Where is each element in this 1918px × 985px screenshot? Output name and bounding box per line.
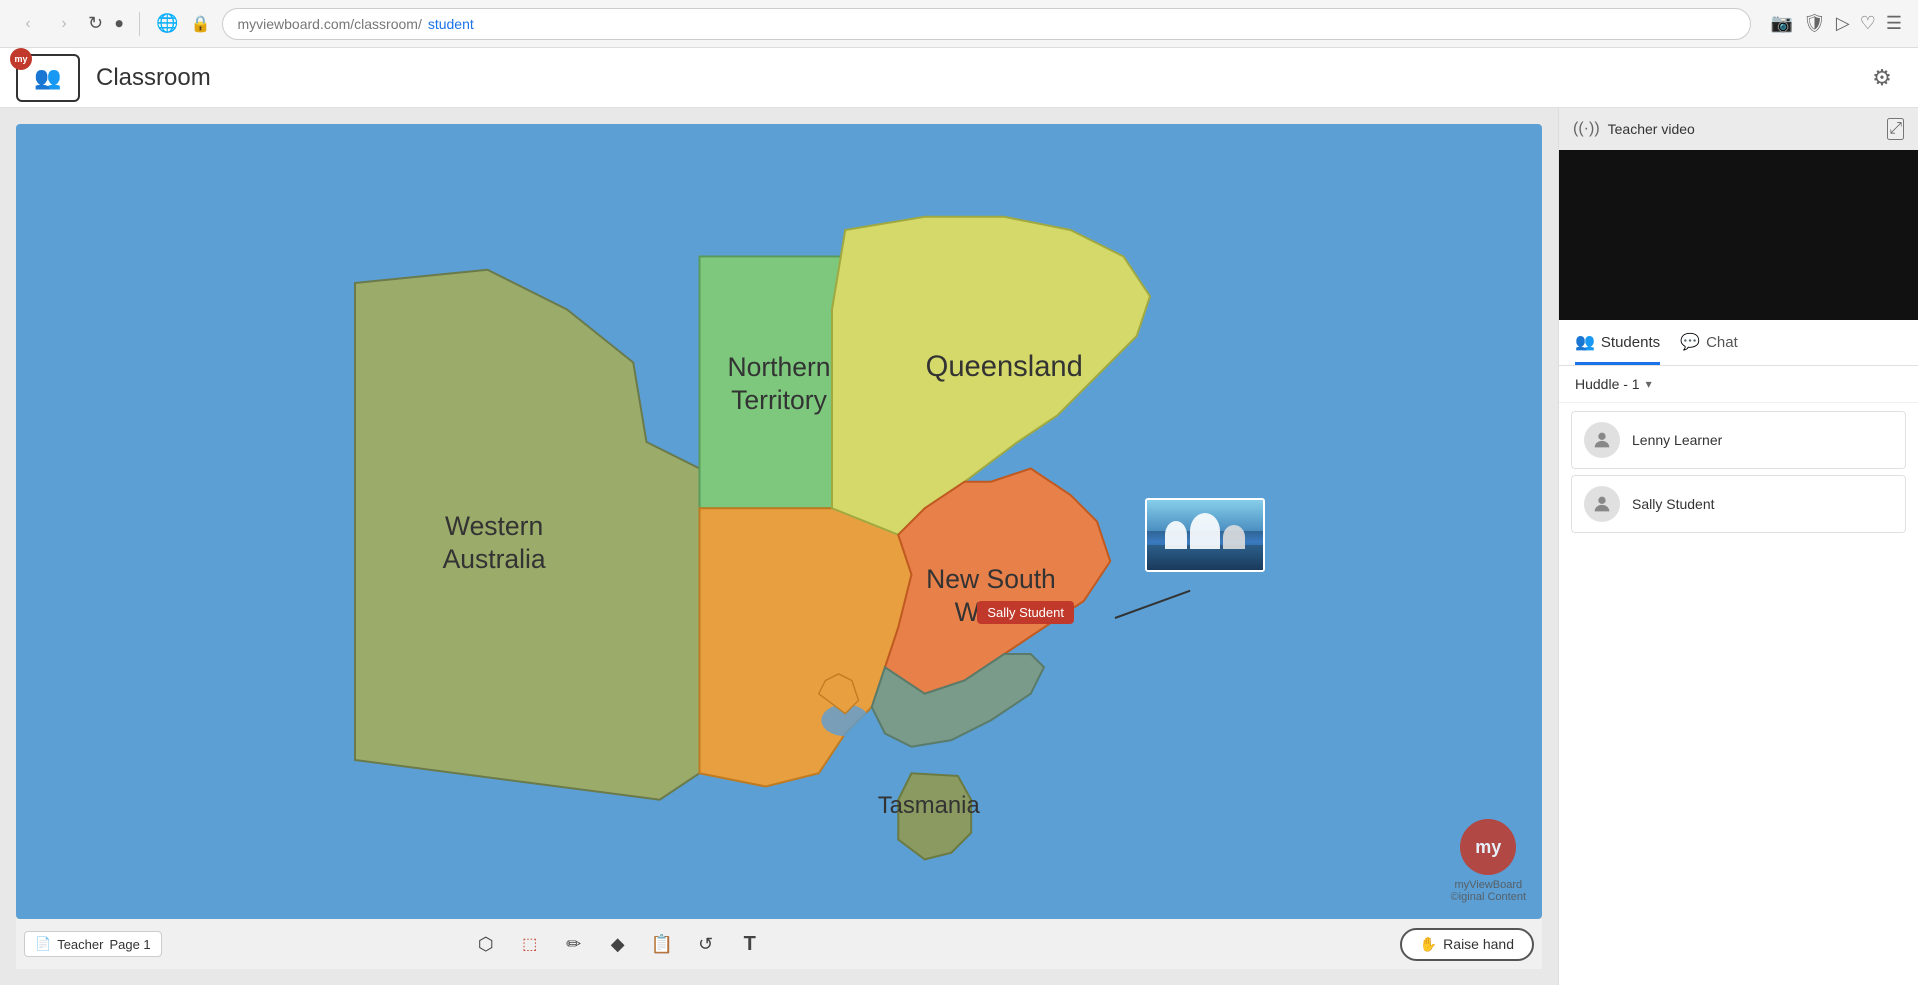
mvb-brand-line2: ©iginal Content — [1451, 891, 1526, 903]
svg-text:Territory: Territory — [731, 385, 827, 415]
clipboard-tool[interactable]: 📋 — [644, 926, 680, 962]
app-logo: my 👥 — [16, 54, 80, 102]
chat-tab-label: Chat — [1706, 334, 1738, 351]
mvb-brand-line1: myViewBoard — [1451, 879, 1526, 891]
huddle-row: Huddle - 1 ▾ — [1559, 366, 1918, 403]
reload-button[interactable]: ↻ — [88, 13, 103, 34]
lock-icon: 🔒 — [191, 14, 211, 34]
browser-bar: ‹ › ↻ ⦁ 🌐 🔒 myviewboard.com/classroom/st… — [0, 0, 1918, 48]
student-name-sally: Sally Student — [1632, 496, 1715, 512]
camera-action[interactable]: 📷 — [1771, 13, 1793, 34]
student-avatar-sally — [1584, 486, 1620, 522]
address-path: student — [428, 16, 474, 32]
main-layout: Western Australia Northern Territory Que… — [0, 108, 1918, 985]
menu-action[interactable]: ☰ — [1886, 13, 1902, 34]
page-indicator: 📄 Teacher Page 1 — [24, 931, 162, 957]
tool-group: ⬡ ⬚ ✏ ◆ 📋 ↺ T — [468, 926, 768, 962]
text-tool[interactable]: T — [732, 926, 768, 962]
student-item-lenny[interactable]: Lenny Learner — [1571, 411, 1906, 469]
rotate-tool[interactable]: ↺ — [688, 926, 724, 962]
svg-text:Queensland: Queensland — [926, 351, 1083, 383]
raise-hand-button[interactable]: ✋ Raise hand — [1400, 928, 1534, 961]
teacher-video-section: ((·)) Teacher video ⤢ — [1559, 108, 1918, 320]
logo-classroom-icon: 👥 — [34, 65, 61, 91]
page-icon: 📄 — [35, 936, 51, 952]
svg-text:New South: New South — [926, 564, 1056, 594]
pen-tool[interactable]: ✏ — [556, 926, 592, 962]
browser-actions: 📷 🛡 ▷ ♡ ☰ — [1771, 13, 1902, 34]
canvas-area: Western Australia Northern Territory Que… — [0, 108, 1558, 985]
play-action[interactable]: ▷ — [1836, 13, 1850, 34]
whiteboard[interactable]: Western Australia Northern Territory Que… — [16, 124, 1542, 919]
students-tab-icon: 👥 — [1575, 332, 1595, 352]
svg-text:Western: Western — [445, 511, 543, 541]
select-tool[interactable]: ⬡ — [468, 926, 504, 962]
huddle-label: Huddle - 1 — [1575, 376, 1640, 392]
students-tab-label: Students — [1601, 334, 1660, 351]
svg-text:Australia: Australia — [443, 544, 546, 574]
app-header: my 👥 Classroom ⚙ — [0, 48, 1918, 108]
address-bar[interactable]: myviewboard.com/classroom/student — [222, 8, 1750, 40]
globe-icon: 🌐 — [156, 13, 178, 34]
mvb-watermark: my myViewBoard ©iginal Content — [1451, 819, 1526, 903]
students-chat-section: 👥 Students 💬 Chat Huddle - 1 ▾ — [1559, 320, 1918, 985]
shield-action[interactable]: 🛡 — [1803, 13, 1826, 34]
settings-button[interactable]: ⚙ — [1862, 58, 1902, 98]
teacher-video-label: Teacher video — [1608, 121, 1695, 137]
australia-map: Western Australia Northern Territory Que… — [16, 124, 1542, 919]
teacher-video-header: ((·)) Teacher video ⤢ — [1559, 108, 1918, 150]
sally-student-annotation: Sally Student — [977, 601, 1074, 624]
forward-button[interactable]: › — [52, 12, 76, 36]
page-label: Page 1 — [109, 937, 150, 952]
chat-tab-icon: 💬 — [1680, 332, 1700, 352]
sydney-photo — [1145, 498, 1265, 572]
student-item-sally[interactable]: Sally Student — [1571, 475, 1906, 533]
svg-text:Northern: Northern — [727, 352, 830, 382]
tab-students[interactable]: 👥 Students — [1575, 332, 1660, 365]
back-button[interactable]: ‹ — [16, 12, 40, 36]
bottom-toolbar: 📄 Teacher Page 1 ⬡ ⬚ ✏ ◆ 📋 ↺ T ✋ Raise h… — [16, 919, 1542, 969]
app-title: Classroom — [96, 64, 211, 92]
address-prefix: myviewboard.com/classroom/ — [237, 16, 421, 32]
svg-text:Tasmania: Tasmania — [878, 792, 981, 819]
rect-select-tool[interactable]: ⬚ — [512, 926, 548, 962]
tab-row: 👥 Students 💬 Chat — [1559, 320, 1918, 366]
logo-my-badge: my — [10, 48, 32, 70]
heart-action[interactable]: ♡ — [1860, 13, 1876, 34]
video-icon: ((·)) — [1573, 120, 1600, 138]
student-list: Lenny Learner Sally Student — [1559, 403, 1918, 547]
expand-video-button[interactable]: ⤢ — [1887, 118, 1904, 140]
teacher-label: Teacher — [57, 937, 103, 952]
right-panel: ((·)) Teacher video ⤢ 👥 Students 💬 Chat — [1558, 108, 1918, 985]
teacher-video-header-left: ((·)) Teacher video — [1573, 120, 1695, 138]
huddle-dropdown-icon[interactable]: ▾ — [1646, 377, 1652, 391]
mvb-logo: my — [1460, 819, 1516, 875]
fill-tool[interactable]: ◆ — [600, 926, 636, 962]
student-avatar-lenny — [1584, 422, 1620, 458]
tab-chat[interactable]: 💬 Chat — [1680, 332, 1738, 365]
raise-hand-label: Raise hand — [1443, 936, 1514, 952]
video-screen — [1559, 150, 1918, 320]
grid-button[interactable]: ⦁ — [115, 15, 123, 33]
raise-hand-icon: ✋ — [1420, 936, 1437, 953]
student-name-lenny: Lenny Learner — [1632, 432, 1722, 448]
separator — [139, 12, 140, 36]
